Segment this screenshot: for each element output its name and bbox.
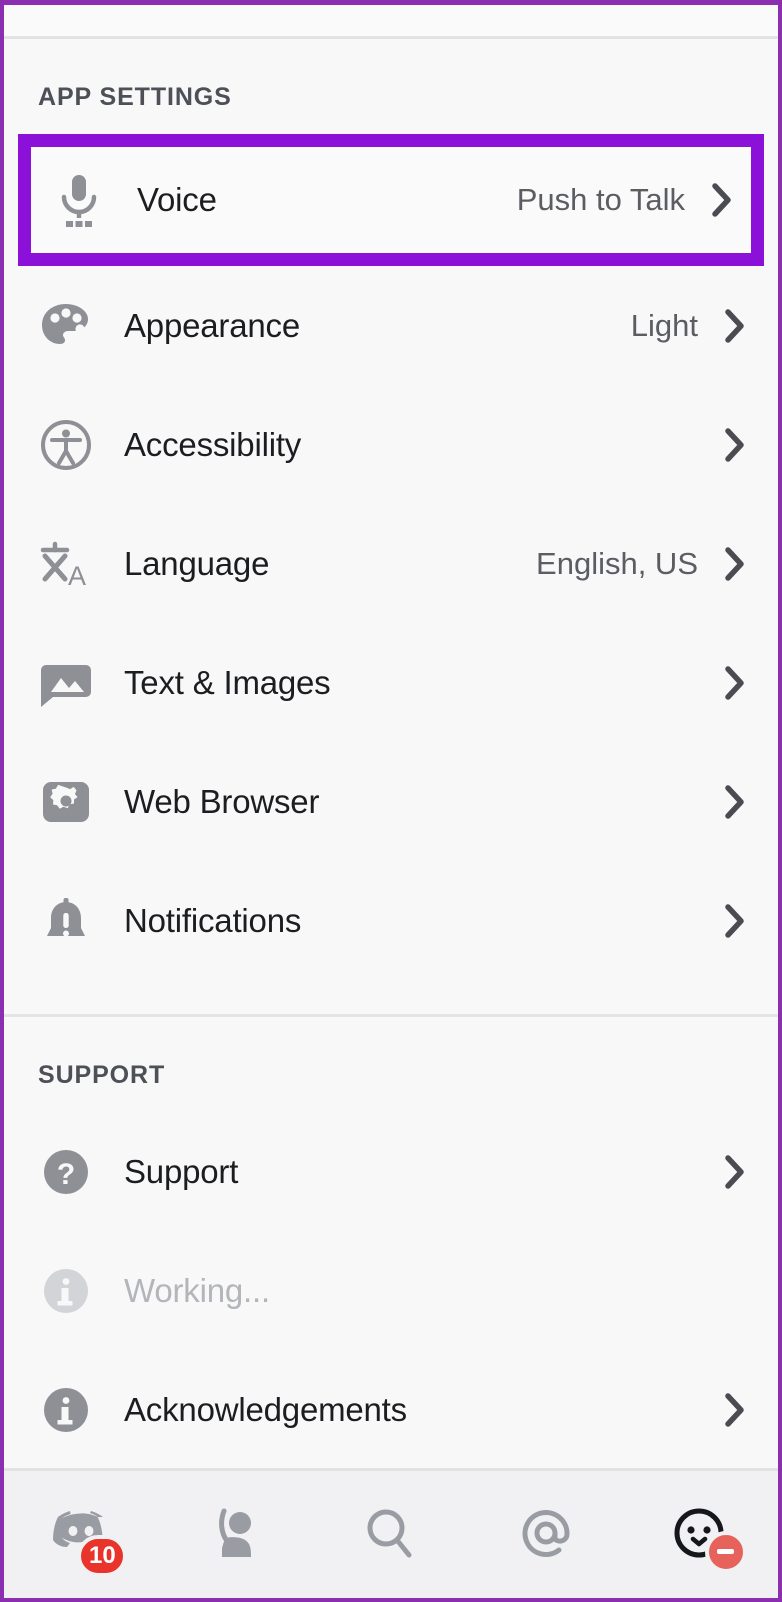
settings-row-text-and-images[interactable]: Text & Images [4, 623, 778, 742]
info-circle-icon [38, 1382, 94, 1438]
svg-text:A: A [68, 561, 86, 591]
question-circle-icon: ? [38, 1144, 94, 1200]
info-circle-icon [38, 1263, 94, 1319]
servers-unread-badge: 10 [77, 1534, 128, 1577]
chevron-right-icon [722, 903, 748, 938]
section-header-support: SUPPORT [38, 1061, 166, 1089]
settings-row-web-browser[interactable]: Web Browser [4, 742, 778, 861]
chevron-right-icon [722, 665, 748, 700]
chevron-right-icon [722, 546, 748, 581]
settings-row-voice[interactable]: Voice Push to Talk [31, 147, 751, 253]
settings-row-acknowledgements[interactable]: Acknowledgements [4, 1350, 778, 1469]
settings-row-label: Accessibility [124, 425, 302, 463]
settings-row-support[interactable]: ? Support [4, 1112, 778, 1231]
section-header-app-settings: APP SETTINGS [38, 83, 232, 111]
settings-row-value: English, US [536, 545, 698, 581]
settings-row-value: Push to Talk [516, 182, 685, 217]
dnd-bar [717, 1549, 735, 1554]
chevron-right-icon [722, 427, 748, 462]
voice-highlight-box: Voice Push to Talk [18, 134, 764, 266]
chevron-right-icon [722, 308, 748, 343]
gear-square-icon [38, 774, 94, 830]
chevron-right-icon [709, 183, 735, 217]
bell-alert-icon [38, 893, 94, 949]
nav-item-mentions[interactable] [486, 1485, 606, 1585]
settings-row-label: Notifications [124, 901, 302, 939]
settings-content: APP SETTINGS Voice Push to Talk Appearan… [4, 39, 778, 1469]
chevron-right-icon [722, 1154, 748, 1189]
settings-row-accessibility[interactable]: Accessibility [4, 385, 778, 504]
settings-row-label: Language [124, 544, 270, 582]
chevron-right-icon [722, 784, 748, 819]
settings-screen: APP SETTINGS Voice Push to Talk Appearan… [0, 0, 782, 1602]
settings-row-label: Voice [137, 181, 217, 218]
settings-row-notifications[interactable]: Notifications [4, 861, 778, 980]
settings-row-value: Light [630, 307, 698, 343]
translate-icon: A [38, 536, 94, 592]
settings-row-working: Working... [4, 1231, 778, 1350]
accessibility-icon [38, 417, 94, 473]
nav-item-search[interactable] [331, 1485, 451, 1585]
status-badge-do-not-disturb [704, 1530, 747, 1573]
settings-row-appearance[interactable]: Appearance Light [4, 266, 778, 385]
top-strip [4, 5, 778, 36]
settings-row-language[interactable]: A Language English, US [4, 504, 778, 623]
svg-text:?: ? [57, 1158, 75, 1191]
bottom-navigation-bar: 10 [4, 1468, 778, 1598]
settings-row-label: Working... [124, 1271, 270, 1309]
image-message-icon [38, 655, 94, 711]
nav-item-servers[interactable]: 10 [21, 1485, 141, 1585]
search-icon [363, 1506, 419, 1564]
nav-item-profile[interactable] [641, 1485, 761, 1585]
microphone-icon [51, 172, 107, 228]
settings-row-label: Web Browser [124, 782, 320, 820]
nav-item-friends[interactable] [176, 1485, 296, 1585]
palette-icon [38, 298, 94, 354]
mention-at-icon [518, 1506, 574, 1564]
chevron-right-icon [722, 1392, 748, 1427]
settings-row-label: Appearance [124, 306, 300, 344]
settings-row-label: Acknowledgements [124, 1390, 407, 1428]
settings-row-label: Support [124, 1152, 239, 1190]
settings-row-label: Text & Images [124, 663, 331, 701]
friends-icon [209, 1506, 263, 1564]
